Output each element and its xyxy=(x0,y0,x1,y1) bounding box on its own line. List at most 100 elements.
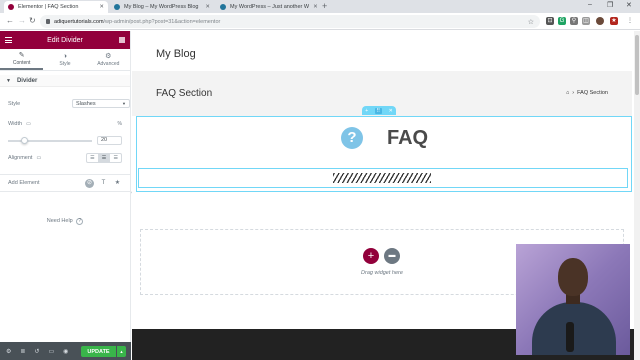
tab-advanced[interactable]: ⚙ Advanced xyxy=(87,49,130,70)
wordpress-favicon-icon xyxy=(220,4,226,10)
style-value: Slashes xyxy=(76,100,96,107)
tab-close-icon[interactable]: ✕ xyxy=(201,4,210,10)
close-window-button[interactable]: ✕ xyxy=(626,1,632,9)
forward-icon[interactable]: → xyxy=(18,16,26,25)
url-host: adiquertutorials.com xyxy=(54,18,104,25)
home-icon[interactable]: ⌂ xyxy=(566,90,569,96)
chevron-down-icon: ▼ xyxy=(122,101,126,106)
extension-icon[interactable]: ⊡ xyxy=(546,17,554,25)
browser-toolbar: ← → ↻ adiquertutorials.com /wp-admin/pos… xyxy=(0,13,640,30)
update-options-caret-icon[interactable]: ▲ xyxy=(117,346,126,357)
settings-gear-icon[interactable]: ⚙ xyxy=(6,348,11,355)
tab-title: Elementor | FAQ Section xyxy=(18,4,79,10)
browser-tab-mywordpress[interactable]: My WordPress – Just another W ✕ xyxy=(216,1,320,13)
section-title: Divider xyxy=(16,77,38,84)
gear-icon: ⚙ xyxy=(105,53,112,60)
reload-icon[interactable]: ↻ xyxy=(29,16,36,25)
style-control: Style Slashes ▼ xyxy=(8,99,130,108)
tab-title: My WordPress – Just another W xyxy=(230,4,310,10)
url-path: /wp-admin/post.php?post=31&action=elemen… xyxy=(103,18,221,25)
elementor-panel: Edit Divider ✎ Content ◑ Style ⚙ Advance… xyxy=(0,31,131,360)
breadcrumb-separator: › xyxy=(572,90,575,96)
need-help-link[interactable]: Need Help ? xyxy=(0,218,130,225)
add-new-section-button[interactable]: + xyxy=(363,248,379,264)
question-circle-icon[interactable]: ? xyxy=(341,127,363,149)
add-element-control: Add Element ⊘ T ★ xyxy=(0,174,130,192)
maximize-button[interactable]: ❐ xyxy=(607,1,613,9)
browser-tab-elementor[interactable]: Elementor | FAQ Section ✕ xyxy=(4,1,108,13)
need-help-label: Need Help xyxy=(46,218,73,224)
presenter-body xyxy=(532,302,616,355)
no-element-icon[interactable]: ⊘ xyxy=(85,178,94,188)
width-slider-handle[interactable] xyxy=(21,137,28,144)
add-template-folder-icon[interactable]: ▬ xyxy=(384,248,400,264)
site-title[interactable]: My Blog xyxy=(156,48,196,60)
address-bar[interactable]: adiquertutorials.com /wp-admin/post.php?… xyxy=(40,15,540,28)
caret-down-icon: ▼ xyxy=(6,77,11,84)
width-number-input[interactable]: 20 xyxy=(97,136,122,145)
panel-footer: ⚙ ≣ ↺ ▭ ◉ UPDATE ▲ xyxy=(0,342,131,360)
page-title: FAQ Section xyxy=(156,88,213,99)
align-right-icon[interactable]: ☰ xyxy=(110,154,121,162)
alignment-label: Alignment xyxy=(8,155,33,161)
extension-icon[interactable]: ◫ xyxy=(582,17,590,25)
width-unit[interactable]: % xyxy=(118,121,122,127)
tab-close-icon[interactable]: ✕ xyxy=(95,4,104,10)
panel-title: Edit Divider xyxy=(47,36,83,44)
preview-scrollbar[interactable] xyxy=(634,31,640,360)
tab-close-icon[interactable]: ✕ xyxy=(309,4,318,10)
width-control: Width ▭ % xyxy=(8,121,122,127)
slashes-divider xyxy=(333,173,431,183)
widgets-grid-icon[interactable] xyxy=(119,37,125,43)
history-icon[interactable]: ↺ xyxy=(34,348,39,355)
star-icon[interactable]: ★ xyxy=(113,179,122,188)
style-select[interactable]: Slashes ▼ xyxy=(72,99,130,108)
responsive-mode-icon[interactable]: ▭ xyxy=(48,348,54,355)
minimize-button[interactable]: – xyxy=(588,1,592,8)
align-left-icon[interactable]: ☰ xyxy=(87,154,99,162)
scrollbar-thumb[interactable] xyxy=(635,35,639,95)
back-icon[interactable]: ← xyxy=(6,16,14,25)
wordpress-favicon-icon xyxy=(114,4,120,10)
text-element-icon[interactable]: T xyxy=(99,179,108,188)
profile-avatar[interactable] xyxy=(596,17,604,25)
extension-icon[interactable]: ⚲ xyxy=(570,17,578,25)
microphone xyxy=(566,322,574,352)
panel-tabs: ✎ Content ◑ Style ⚙ Advanced xyxy=(0,49,130,71)
breadcrumb-current: FAQ Section xyxy=(577,90,608,96)
faq-heading[interactable]: FAQ xyxy=(387,127,428,150)
layers-icon[interactable]: ≣ xyxy=(20,348,25,355)
tab-content[interactable]: ✎ Content xyxy=(0,49,44,70)
desktop-device-icon[interactable]: ▭ xyxy=(26,121,31,127)
delete-section-icon[interactable]: ✕ xyxy=(389,108,393,114)
add-section-icon[interactable]: + xyxy=(365,108,368,114)
desktop-device-icon[interactable]: ▭ xyxy=(36,155,41,161)
tab-style[interactable]: ◑ Style xyxy=(43,49,86,70)
add-element-label: Add Element xyxy=(8,180,40,186)
grammarly-extension-icon[interactable]: G xyxy=(558,17,566,25)
breadcrumb: ⌂ › FAQ Section xyxy=(566,90,608,96)
tab-label: Advanced xyxy=(97,61,120,67)
tab-label: Content xyxy=(12,60,31,66)
alignment-buttons: ☰ ☰ ☰ xyxy=(86,153,122,163)
bookmark-star-icon[interactable]: ☆ xyxy=(528,18,534,26)
align-center-icon[interactable]: ☰ xyxy=(98,154,111,162)
browser-menu-icon[interactable]: ⋮ xyxy=(626,17,634,25)
pencil-icon: ✎ xyxy=(18,52,25,59)
style-label: Style xyxy=(8,101,21,107)
section-divider-header[interactable]: ▼ Divider xyxy=(0,75,130,87)
extension-icon[interactable]: ★ xyxy=(610,17,618,25)
browser-tab-myblog[interactable]: My Blog – My WordPress Blog ✕ xyxy=(110,1,214,13)
webcam-overlay xyxy=(516,244,630,355)
preview-eye-icon[interactable]: ◉ xyxy=(63,348,68,355)
lock-icon xyxy=(46,19,50,24)
drag-section-icon[interactable]: ⠿ xyxy=(374,107,383,114)
tab-title: My Blog – My WordPress Blog xyxy=(124,4,199,10)
section-handle: + ⠿ ✕ xyxy=(362,106,396,115)
browser-tab-bar: Elementor | FAQ Section ✕ My Blog – My W… xyxy=(0,0,640,13)
question-icon: ? xyxy=(76,218,84,225)
drag-widget-hint: Drag widget here xyxy=(361,270,403,276)
new-tab-button[interactable]: + xyxy=(322,1,327,11)
update-button[interactable]: UPDATE xyxy=(81,346,116,357)
presenter-head xyxy=(558,258,588,296)
